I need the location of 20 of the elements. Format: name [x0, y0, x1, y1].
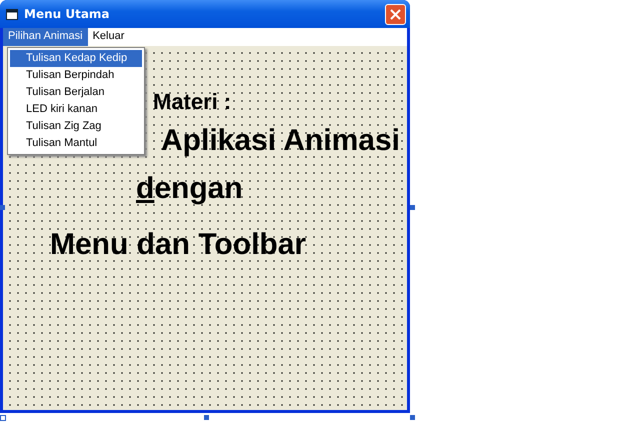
close-icon — [390, 8, 401, 20]
menu-item[interactable]: Tulisan Kedap Kedip — [10, 50, 142, 67]
menu-item[interactable]: Keluar — [88, 28, 130, 46]
resize-handle[interactable] — [410, 205, 415, 210]
menu-item[interactable]: LED kiri kanan — [10, 101, 142, 118]
resize-handle[interactable] — [204, 415, 209, 420]
menu-item[interactable]: Tulisan Berpindah — [10, 67, 142, 84]
close-button[interactable] — [385, 4, 406, 24]
resize-handle[interactable] — [410, 415, 415, 420]
form-label: Materi : — [153, 89, 232, 115]
form-label: Menu dan Toolbar — [50, 228, 306, 262]
menu-item[interactable]: Tulisan Mantul — [10, 135, 142, 152]
form-label: dengan — [136, 172, 243, 206]
menu-item[interactable]: Tulisan Berjalan — [10, 84, 142, 101]
form-label: Aplikasi Animasi — [161, 124, 400, 158]
window-title: Menu Utama — [24, 7, 111, 21]
resize-handle[interactable] — [0, 205, 5, 210]
form-icon — [6, 8, 18, 20]
menu-item[interactable]: Tulisan Zig Zag — [10, 118, 142, 135]
menu-item[interactable]: Pilihan Animasi — [3, 28, 88, 46]
